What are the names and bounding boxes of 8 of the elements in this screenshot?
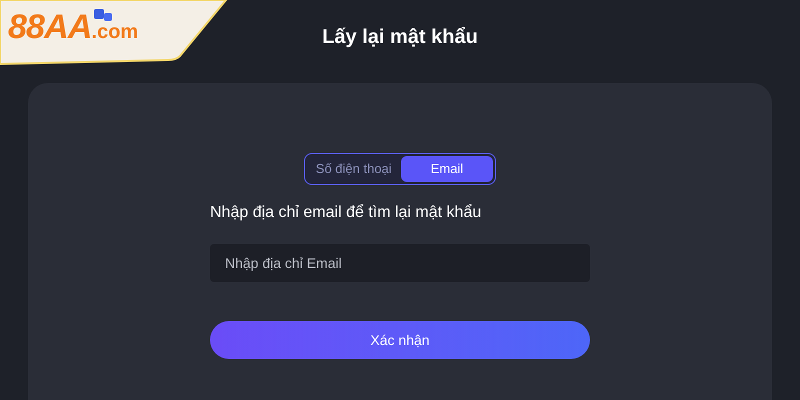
logo-domain: .com xyxy=(92,22,138,42)
logo-text: 88AA xyxy=(8,10,92,44)
tab[interactable]: Email xyxy=(400,156,494,182)
tab[interactable]: Số điện thoại xyxy=(306,156,401,182)
page-title: Lấy lại mật khẩu xyxy=(322,25,478,50)
confirm-button[interactable]: Xác nhận xyxy=(210,321,590,359)
instruction-text: Nhập địa chỉ email để tìm lại mật khẩu xyxy=(210,203,482,223)
email-field[interactable]: Nhập địa chỉ Email xyxy=(210,244,590,282)
